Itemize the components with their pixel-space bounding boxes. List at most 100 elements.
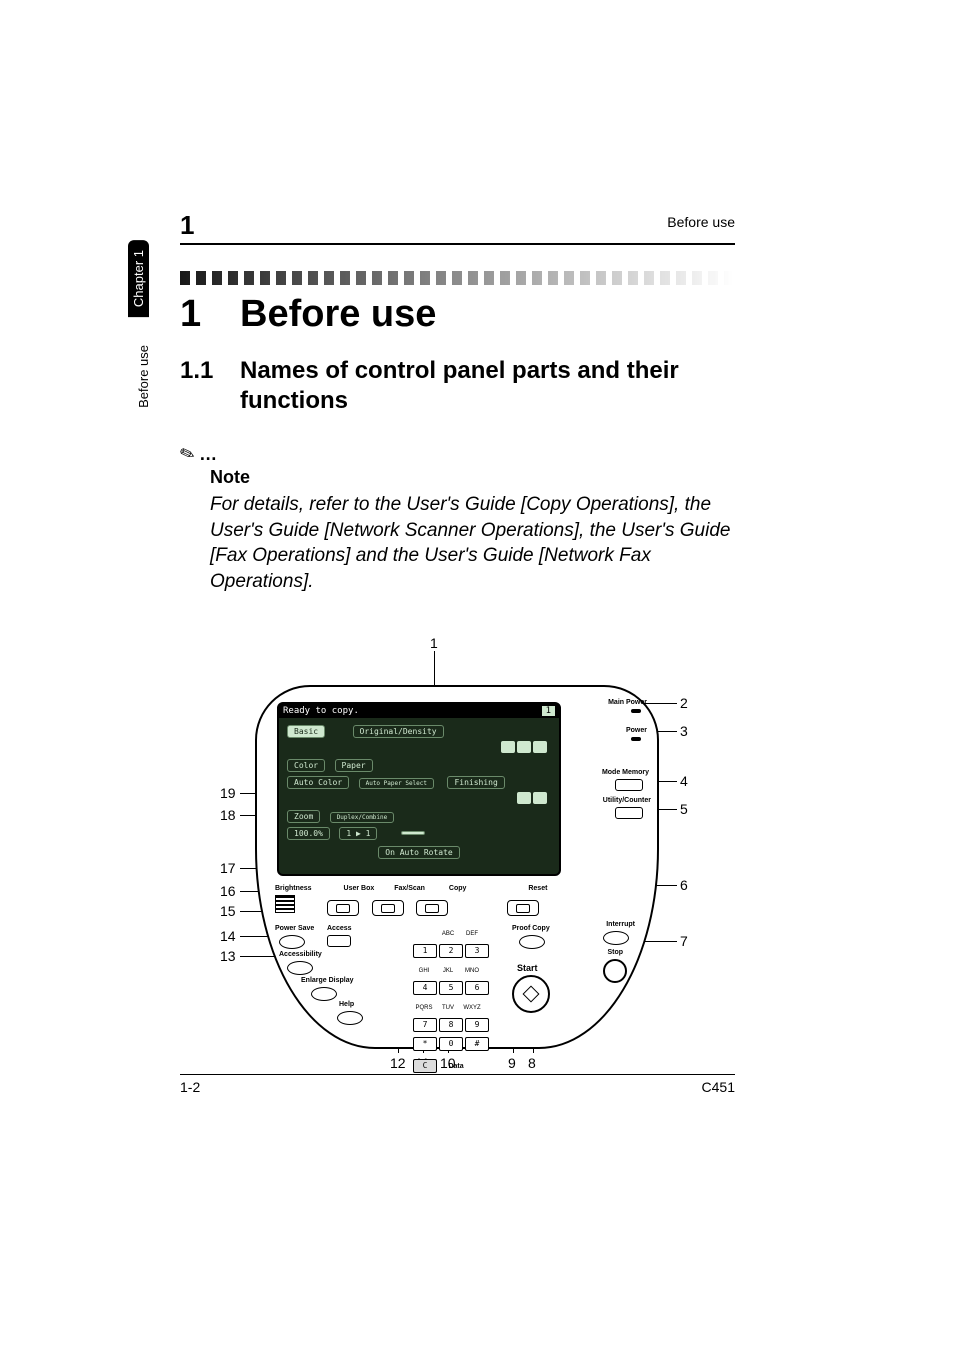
callout-3: 3 [680,723,688,739]
btn-auto-color[interactable]: Auto Color [287,776,349,789]
callout-15: 15 [220,903,236,919]
screen-count: 1 [542,706,555,716]
callout-4: 4 [680,773,688,789]
callout-18: 18 [220,807,236,823]
label-mode-memory: Mode Memory [602,769,649,776]
touch-screen[interactable]: Ready to copy. 1 Basic Original/Density C… [277,702,561,876]
key-7[interactable]: 7 [413,1018,437,1032]
note-icon: ✎… [180,444,735,465]
preview-icon [401,831,425,835]
label-power-save: Power Save [275,925,314,932]
btn-copy[interactable] [416,900,448,916]
tab-basic[interactable]: Basic [287,725,325,738]
key-star[interactable]: * [413,1037,437,1051]
pencil-icon: ✎ [177,442,198,467]
btn-power-save[interactable] [279,935,305,949]
callout-14: 14 [220,928,236,944]
callout-5: 5 [680,801,688,817]
finishing-icon [517,792,531,804]
callout-2: 2 [680,695,688,711]
label-interrupt: Interrupt [606,921,635,928]
btn-paper[interactable]: Paper [335,759,373,772]
val-zoom: 100.0% [287,827,330,840]
label-power: Power [626,727,647,734]
note-block: ✎… Note For details, refer to the User's… [180,444,735,595]
key-3[interactable]: 3 [465,944,489,958]
section-title: Names of control panel parts and their f… [240,356,735,416]
key-clear[interactable]: C [413,1059,437,1073]
btn-enlarge-display[interactable] [311,987,337,1001]
val-duplex: 1 ▶ 1 [339,827,377,840]
label-enlarge-display: Enlarge Display [301,977,354,984]
label-stop: Stop [607,949,623,956]
btn-zoom[interactable]: Zoom [287,810,320,823]
page-footer: 1-2 C451 [180,1074,735,1095]
key-6[interactable]: 6 [465,981,489,995]
tab-orig-density[interactable]: Original/Density [353,725,444,738]
btn-duplex[interactable]: Duplex/Combine [330,812,395,823]
key-0[interactable]: 0 [439,1037,463,1051]
brightness-dial[interactable] [275,895,295,913]
callout-16: 16 [220,883,236,899]
btn-color[interactable]: Color [287,759,325,772]
footer-model: C451 [702,1079,735,1095]
control-panel-diagram: 19 18 17 16 15 14 13 2 3 4 5 6 7 [180,655,735,1095]
section-side-label: Before use [136,345,151,408]
btn-finishing[interactable]: Finishing [447,776,504,789]
section-number: 1.1 [180,356,240,416]
btn-user-box[interactable] [327,900,359,916]
callout-1: 1 [430,635,438,651]
label-access: Access [327,925,352,932]
chapter-tab: Chapter 1 [128,240,149,317]
label-reset: Reset [528,885,547,892]
key-8[interactable]: 8 [439,1018,463,1032]
running-header-number: 1 [180,210,194,240]
btn-fax-scan[interactable] [372,900,404,916]
label-data: Data [448,1063,463,1070]
callout-17: 17 [220,860,236,876]
btn-stop[interactable] [603,959,627,983]
content-area: 1 Before use 1 Before use 1.1 Names of co… [180,210,735,1095]
chapter-title: Before use [240,293,436,335]
note-label: Note [210,467,735,488]
key-1[interactable]: 1 [413,944,437,958]
label-accessibility: Accessibility [279,951,322,958]
footer-page-number: 1-2 [180,1079,200,1095]
label-copy: Copy [449,885,467,892]
callout-12: 12 [390,1055,406,1071]
btn-help[interactable] [337,1011,363,1025]
key-4[interactable]: 4 [413,981,437,995]
btn-access[interactable] [327,935,351,947]
key-hash[interactable]: # [465,1037,489,1051]
btn-interrupt[interactable] [603,931,629,945]
btn-utility-counter[interactable] [615,807,643,819]
btn-reset[interactable] [507,900,539,916]
callout-6: 6 [680,877,688,893]
running-header: 1 Before use [180,210,735,245]
btn-proof-copy[interactable] [519,935,545,949]
callout-8: 8 [528,1055,536,1071]
callout-13: 13 [220,948,236,964]
btn-auto-rotate[interactable]: On Auto Rotate [378,846,459,859]
led-power [631,737,641,741]
key-2[interactable]: 2 [439,944,463,958]
numeric-keypad: ABCDEF 123 GHIJKLMNO 456 PQRSTUVWXYZ 789… [412,922,490,1074]
btn-auto-paper[interactable]: Auto Paper Select [359,778,434,789]
label-user-box: User Box [344,885,375,892]
panel-outline: Ready to copy. 1 Basic Original/Density C… [255,685,659,1049]
finishing-icon [533,792,547,804]
btn-mode-memory[interactable] [615,779,643,791]
status-icon [501,741,515,753]
key-5[interactable]: 5 [439,981,463,995]
btn-accessibility[interactable] [287,961,313,975]
label-brightness: Brightness [275,885,312,892]
callout-19: 19 [220,785,236,801]
callout-7: 7 [680,933,688,949]
key-9[interactable]: 9 [465,1018,489,1032]
btn-start[interactable] [512,975,550,1013]
label-start: Start [517,963,538,973]
label-main-power: Main Power [608,699,647,706]
callout-9: 9 [508,1055,516,1071]
running-header-title: Before use [667,214,735,230]
screen-status: Ready to copy. [283,706,359,716]
